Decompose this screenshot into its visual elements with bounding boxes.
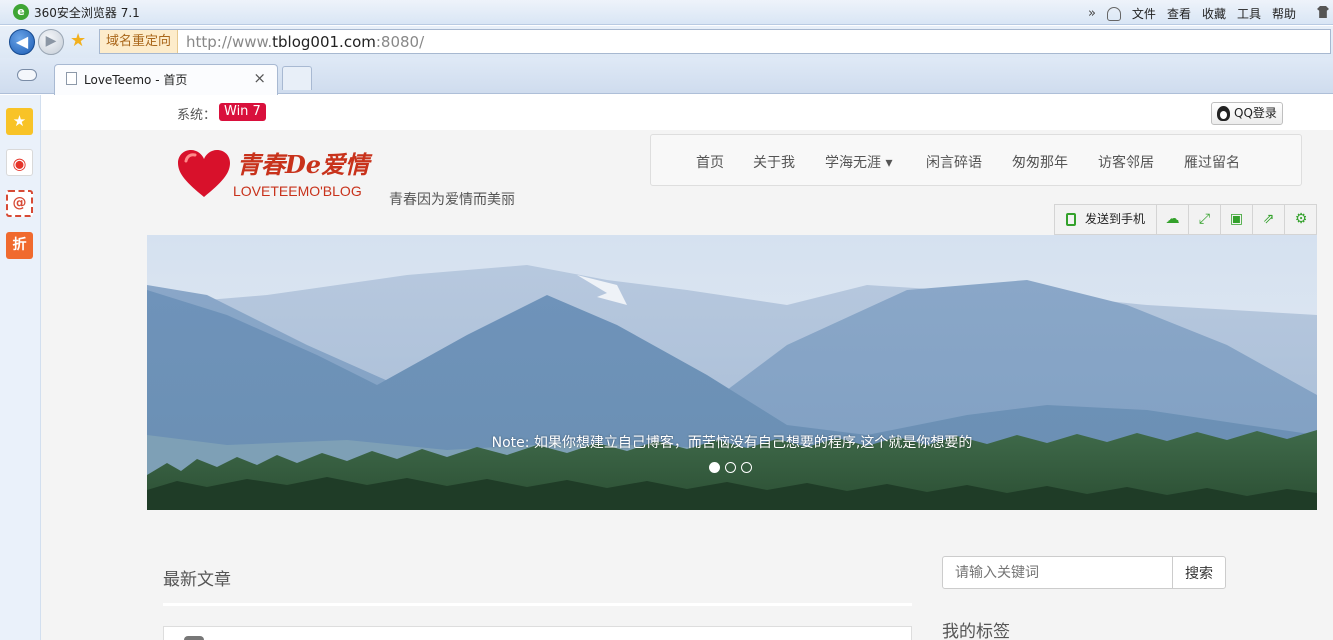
- settings-gear-icon[interactable]: ⚙: [1285, 205, 1317, 234]
- page-icon: [66, 72, 77, 85]
- nav-visitors[interactable]: 访客邻居: [1098, 152, 1154, 172]
- domain-redirect-tag[interactable]: 域名重定向: [100, 30, 179, 53]
- new-tab-button[interactable]: [282, 66, 312, 90]
- article-card[interactable]: [163, 626, 912, 640]
- nav-about[interactable]: 关于我: [753, 152, 795, 172]
- logo-subtitle[interactable]: LOVETEEMO'BLOG: [233, 183, 362, 199]
- phone-icon: [1066, 213, 1076, 226]
- nav-years[interactable]: 匆匆那年: [1012, 152, 1068, 172]
- address-bar: ◀ ▶ ★ 域名重定向 http://www.tblog001.com:8080…: [0, 26, 1333, 58]
- menu-help[interactable]: 帮助: [1272, 5, 1296, 22]
- menu-view[interactable]: 查看: [1167, 5, 1191, 22]
- tab-title: LoveTeemo - 首页: [84, 73, 188, 87]
- nav-guestbook[interactable]: 雁过留名: [1184, 152, 1240, 172]
- web-page: 系统： Win 7 QQ登录 青春De爱情 LOVETEEMO'BLOG 青春因…: [41, 95, 1333, 640]
- heart-logo-icon[interactable]: [177, 149, 231, 199]
- search-button[interactable]: 搜索: [1172, 556, 1226, 589]
- hero-banner[interactable]: Note: 如果你想建立自己博客，而苦恼没有自己想要的程序,这个就是你想要的: [147, 235, 1317, 510]
- qq-login-label: QQ登录: [1234, 106, 1277, 120]
- carousel-dot-2[interactable]: [725, 462, 736, 473]
- forward-button[interactable]: ▶: [38, 29, 64, 55]
- qq-login-button[interactable]: QQ登录: [1211, 102, 1283, 125]
- mail-icon[interactable]: @: [6, 190, 33, 217]
- system-label: 系统：: [177, 108, 217, 123]
- favorites-icon[interactable]: ★: [6, 108, 33, 135]
- banner-caption: Note: 如果你想建立自己博客，而苦恼没有自己想要的程序,这个就是你想要的: [147, 432, 1317, 452]
- app-title: 360安全浏览器 7.1: [34, 6, 140, 20]
- url-text[interactable]: http://www.tblog001.com:8080/: [186, 33, 424, 51]
- top-strip: 系统： Win 7 QQ登录: [41, 95, 1333, 130]
- carousel-dots: [709, 462, 752, 473]
- user-icon[interactable]: [1106, 6, 1121, 21]
- carousel-dot-3[interactable]: [741, 462, 752, 473]
- caption-text: 如果你想建立自己博客，而苦恼没有自己想要的程序,这个就是你想要的: [529, 435, 973, 451]
- tab-bar: LoveTeemo - 首页 ×: [0, 58, 1333, 95]
- tab-loveteemo[interactable]: LoveTeemo - 首页 ×: [54, 64, 278, 95]
- carousel-dot-1[interactable]: [709, 462, 720, 473]
- discount-icon[interactable]: 折: [6, 232, 33, 259]
- nav-study[interactable]: 学海无涯 ▾: [825, 152, 892, 172]
- nav-chat[interactable]: 闲言碎语: [926, 152, 982, 172]
- my-tags-title: 我的标签: [942, 622, 1010, 640]
- avatar: [184, 636, 204, 640]
- menu-tools[interactable]: 工具: [1237, 5, 1261, 22]
- share-toolbar: 发送到手机 ☁ ⤢ ▣ ⇗ ⚙: [1054, 204, 1317, 235]
- main-nav: 首页 关于我 学海无涯 ▾ 闲言碎语 匆匆那年 访客邻居 雁过留名: [650, 134, 1302, 186]
- cloud-icon[interactable]: [17, 69, 37, 81]
- menu-favorites[interactable]: 收藏: [1202, 5, 1226, 22]
- fullscreen-icon[interactable]: ⤢: [1189, 205, 1221, 234]
- send-to-phone-label: 发送到手机: [1085, 212, 1146, 226]
- url-suffix: :8080/: [375, 33, 425, 51]
- browser-sidebar: ★ ◉ @ 折: [0, 95, 41, 640]
- browser-logo-icon: e: [13, 4, 29, 20]
- weibo-icon[interactable]: ◉: [6, 149, 33, 176]
- url-host: tblog001.com: [272, 33, 376, 51]
- url-input[interactable]: 域名重定向 http://www.tblog001.com:8080/: [99, 29, 1331, 54]
- section-divider: [163, 603, 912, 606]
- browser-menu: » 文件 查看 收藏 工具 帮助: [1088, 5, 1321, 22]
- search-input[interactable]: [942, 556, 1173, 589]
- site-slogan: 青春因为爱情而美丽: [389, 192, 515, 208]
- latest-articles-title: 最新文章: [163, 570, 231, 590]
- caption-note: Note:: [491, 435, 530, 451]
- send-to-phone-button[interactable]: 发送到手机: [1055, 205, 1157, 234]
- title-bar: e 360安全浏览器 7.1 » 文件 查看 收藏 工具 帮助: [0, 0, 1333, 25]
- logo-title[interactable]: 青春De爱情: [237, 145, 369, 180]
- more-chevron-icon[interactable]: »: [1088, 6, 1096, 21]
- cloud-save-icon[interactable]: ☁: [1157, 205, 1189, 234]
- share-icon[interactable]: ⇗: [1253, 205, 1285, 234]
- close-tab-icon[interactable]: ×: [253, 69, 266, 87]
- nav-home[interactable]: 首页: [696, 152, 724, 172]
- qq-penguin-icon: [1217, 106, 1230, 121]
- back-button[interactable]: ◀: [9, 29, 35, 55]
- favorite-star-icon[interactable]: ★: [70, 31, 86, 51]
- save-page-icon[interactable]: ▣: [1221, 205, 1253, 234]
- menu-file[interactable]: 文件: [1132, 5, 1156, 22]
- system-badge: Win 7: [219, 103, 266, 121]
- url-prefix: http://www.: [186, 33, 273, 51]
